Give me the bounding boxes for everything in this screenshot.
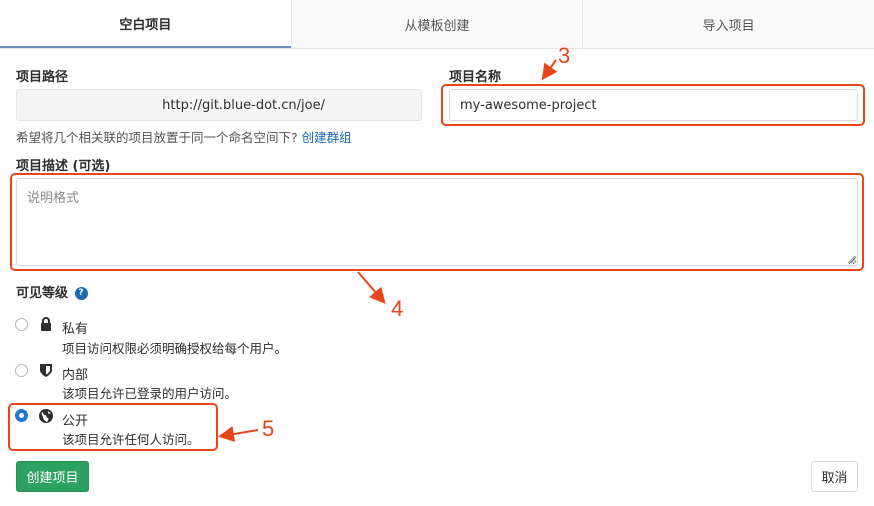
annotation-arrow-4: [357, 271, 386, 305]
annotation-arrow-5: [218, 426, 259, 442]
annotation-arrows: [218, 59, 558, 442]
annotation-arrow-3: [541, 59, 558, 81]
